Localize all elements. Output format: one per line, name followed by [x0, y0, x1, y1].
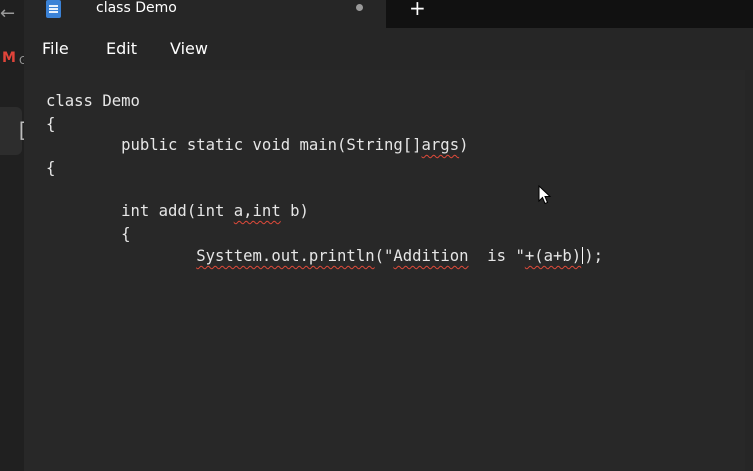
text-editor[interactable]: class Demo { public static void main(Str…: [24, 70, 753, 471]
misspelled-word: Systtem.out.println: [196, 247, 375, 265]
menu-edit[interactable]: Edit: [106, 39, 137, 59]
code-segment: ): [459, 136, 469, 154]
notepad-icon: [46, 0, 61, 18]
title-bar: class Demo +: [24, 0, 753, 28]
new-tab-button[interactable]: +: [409, 0, 426, 19]
code-line-2: {: [46, 115, 56, 133]
menu-view[interactable]: View: [170, 39, 208, 59]
code-segment: b): [280, 202, 309, 220]
code-segment: );: [584, 247, 603, 265]
code-segment: public static void main(String[]: [46, 136, 422, 154]
menu-file[interactable]: File: [42, 39, 69, 59]
code-line-6: {: [46, 225, 131, 243]
gmail-icon[interactable]: M: [2, 50, 16, 66]
misspelled-word: args: [421, 136, 460, 154]
background-browser-strip: ← M G [: [0, 0, 28, 471]
misspelled-word: +(a+b): [524, 247, 582, 265]
code-line-4: {: [46, 159, 56, 177]
menu-bar: File Edit View: [24, 28, 753, 70]
code-line-1: class Demo: [46, 92, 140, 110]
code-segment: is ": [468, 247, 525, 265]
code-line-3: public static void main(String[]args): [46, 135, 468, 155]
back-arrow-icon[interactable]: ←: [0, 2, 15, 26]
misspelled-word: a,int: [233, 202, 281, 220]
code-segment: int add(int: [46, 202, 234, 220]
mouse-pointer-icon: [538, 185, 552, 205]
code-line-5: int add(int a,int b): [46, 201, 309, 221]
tab-class-demo[interactable]: class Demo: [24, 0, 386, 28]
code-segment: (": [374, 247, 394, 265]
tab-title: class Demo: [96, 0, 177, 16]
misspelled-word: Addition: [393, 247, 469, 265]
code-line-7: Systtem.out.println("Addition is "+(a+b)…: [46, 246, 603, 266]
unsaved-dot-icon[interactable]: [356, 4, 363, 11]
vertical-scrollbar[interactable]: [745, 70, 753, 471]
